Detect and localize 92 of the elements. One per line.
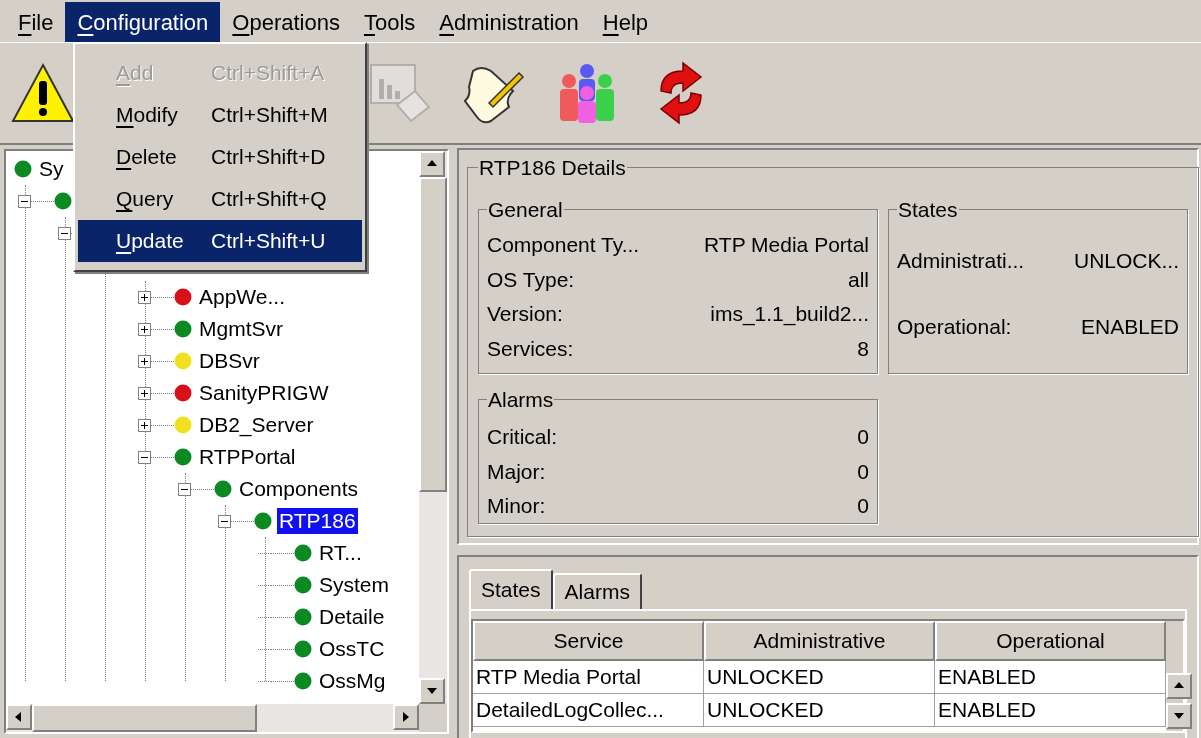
field-label: Administrati... <box>897 248 1025 274</box>
collapse-icon[interactable] <box>218 514 231 528</box>
status-dot-icon <box>174 448 192 466</box>
status-dot-icon <box>294 608 312 626</box>
tree-item[interactable]: RTP186 <box>277 508 358 534</box>
tree-item[interactable]: AppWe... <box>197 284 287 310</box>
field-value: ims_1.1_build2... <box>710 301 869 328</box>
field-value: RTP Media Portal <box>704 232 869 258</box>
field-value: 0 <box>857 493 869 519</box>
status-dot-icon <box>294 544 312 562</box>
tree-item[interactable]: RT... <box>317 540 364 566</box>
scroll-thumb[interactable] <box>32 704 257 732</box>
field-value: 8 <box>857 335 869 362</box>
menu-item[interactable]: Operations <box>220 2 352 42</box>
field-label: Services: <box>487 335 574 362</box>
table-cell: UNLOCKED <box>704 694 935 726</box>
menu-item[interactable]: Configuration <box>65 2 221 42</box>
expand-icon[interactable] <box>138 354 151 368</box>
scroll-down-button[interactable] <box>419 678 445 704</box>
tree-item[interactable]: DBSvr <box>197 348 262 374</box>
menu-option[interactable]: Delete Ctrl+Shift+D <box>78 136 362 178</box>
column-header[interactable]: Operational <box>935 621 1166 661</box>
field-label: Critical: <box>487 424 557 450</box>
field-label: Version: <box>487 301 563 327</box>
scroll-down-button[interactable] <box>1166 703 1192 729</box>
scroll-up-button[interactable] <box>1166 673 1192 699</box>
field-value: 0 <box>857 424 869 450</box>
column-header[interactable]: Service <box>473 621 704 661</box>
status-dot-icon <box>174 320 192 338</box>
status-dot-icon <box>294 576 312 594</box>
status-dot-icon <box>174 288 192 306</box>
menu-item[interactable]: File <box>6 2 66 42</box>
status-dot-icon <box>294 640 312 658</box>
tab[interactable]: States <box>469 569 553 609</box>
collapse-icon[interactable] <box>178 482 191 496</box>
chart-report-icon <box>367 61 431 125</box>
expand-icon[interactable] <box>138 290 151 304</box>
expand-icon[interactable] <box>138 386 151 400</box>
field-label: OS Type: <box>487 266 575 293</box>
expand-icon[interactable] <box>138 418 151 432</box>
scroll-right-button[interactable] <box>393 704 419 730</box>
field-label: Operational: <box>897 313 1012 340</box>
group-title: General <box>487 196 564 223</box>
tree-item[interactable]: OssTC <box>317 636 387 662</box>
menu-item[interactable]: Tools <box>352 2 428 42</box>
menu-option[interactable]: Query Ctrl+Shift+Q <box>78 178 362 220</box>
status-dot-icon <box>14 160 32 178</box>
warning-icon <box>11 61 75 125</box>
field-label: Major: <box>487 458 546 485</box>
tree-item[interactable]: DB2_Server <box>197 412 316 438</box>
field-value: 0 <box>857 458 869 485</box>
vertical-scrollbar[interactable] <box>419 151 447 704</box>
field-value: UNLOCK... <box>1073 248 1179 274</box>
menu-item[interactable]: Administration <box>427 2 591 42</box>
group-title: Alarms <box>487 386 555 413</box>
details-title: RTP186 Details <box>478 155 627 181</box>
table-cell: DetailedLogCollec... <box>473 694 704 726</box>
menu-item[interactable]: Help <box>590 2 660 42</box>
table-cell: UNLOCKED <box>704 661 935 693</box>
scroll-up-button[interactable] <box>419 151 445 177</box>
expand-icon[interactable] <box>138 322 151 336</box>
tree-item[interactable]: OssMg <box>317 668 388 694</box>
status-dot-icon <box>174 416 192 434</box>
group-title: States <box>897 196 959 223</box>
horizontal-scrollbar[interactable] <box>6 704 419 732</box>
status-dot-icon <box>54 192 72 210</box>
field-value: ENABLED <box>1080 313 1179 340</box>
tree-item[interactable]: System <box>317 572 391 598</box>
field-value: all <box>848 266 869 293</box>
collapse-icon[interactable] <box>58 226 71 240</box>
column-header[interactable]: Administrative <box>704 621 935 661</box>
tree-item[interactable]: SanityPRIGW <box>197 380 331 406</box>
tree-item[interactable]: RTPPortal <box>197 444 298 470</box>
tab[interactable]: Alarms <box>552 573 642 609</box>
status-dot-icon <box>174 352 192 370</box>
collapse-icon[interactable] <box>138 450 151 464</box>
status-dot-icon <box>174 384 192 402</box>
scroll-thumb[interactable] <box>419 177 447 492</box>
collapse-icon[interactable] <box>18 194 31 208</box>
field-label: Component Ty... <box>487 232 640 258</box>
table-cell: RTP Media Portal <box>473 661 704 693</box>
status-dot-icon <box>214 480 232 498</box>
status-dot-icon <box>294 672 312 690</box>
menu-option[interactable]: Update Ctrl+Shift+U <box>78 220 362 262</box>
tree-item[interactable]: Components <box>237 476 361 502</box>
field-label: Minor: <box>487 493 546 519</box>
status-dot-icon <box>254 512 272 530</box>
tree-item[interactable]: MgmtSvr <box>197 316 285 342</box>
tree-item[interactable]: Detaile <box>317 604 387 630</box>
tree-item[interactable]: Sy <box>37 156 66 182</box>
menu-option[interactable]: Modify Ctrl+Shift+M <box>78 94 362 136</box>
scroll-left-button[interactable] <box>6 704 32 730</box>
